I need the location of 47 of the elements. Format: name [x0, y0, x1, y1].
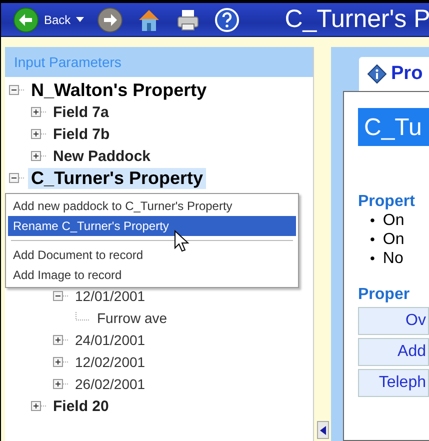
table-cell: Teleph: [358, 369, 429, 397]
collapse-icon[interactable]: [53, 290, 69, 302]
table-cell: Add: [358, 338, 429, 366]
collapse-icon[interactable]: [9, 84, 25, 96]
panel-title: Input Parameters: [14, 54, 122, 70]
menu-item[interactable]: Add Document to record: [8, 245, 296, 265]
tree-item[interactable]: 26/02/2001: [72, 376, 148, 392]
section-title: Propert: [358, 193, 416, 211]
collapse-icon[interactable]: [9, 172, 25, 184]
bullet-item: On: [382, 211, 404, 230]
bullet-mark: •: [370, 230, 375, 249]
section-title: Proper: [358, 286, 411, 304]
expand-icon[interactable]: [53, 378, 69, 390]
mouse-cursor-icon: [174, 230, 190, 252]
tree-item[interactable]: New Paddock: [50, 148, 154, 164]
property-heading: C_Tu: [358, 108, 429, 146]
menu-item[interactable]: Rename C_Turner's Property: [8, 216, 296, 236]
table-cell: Ov: [358, 307, 429, 335]
bullet-mark: •: [370, 211, 375, 230]
window-title: C_Turner's P: [284, 5, 429, 34]
help-icon[interactable]: [214, 6, 240, 32]
expand-icon[interactable]: [53, 334, 69, 346]
tree-item[interactable]: Furrow ave: [94, 310, 170, 326]
tree-item[interactable]: 24/01/2001: [72, 332, 148, 348]
expand-icon[interactable]: [31, 128, 47, 140]
back-button[interactable]: Back: [13, 6, 84, 32]
bullet-item: On: [382, 230, 404, 249]
tree-item[interactable]: 12/02/2001: [72, 354, 148, 370]
tree-item[interactable]: Field 7a: [50, 104, 112, 120]
expand-icon[interactable]: [31, 400, 47, 412]
expand-icon[interactable]: [53, 356, 69, 368]
tree-item[interactable]: 12/01/2001: [72, 288, 148, 304]
bullet-item: No: [382, 249, 404, 268]
scroll-left-button[interactable]: [317, 421, 329, 439]
expand-icon[interactable]: [31, 150, 47, 162]
expand-icon[interactable]: [31, 106, 47, 118]
info-icon: [367, 64, 387, 84]
bullet-mark: •: [370, 249, 375, 268]
menu-item[interactable]: Add new paddock to C_Turner's Property: [8, 196, 296, 216]
tab[interactable]: Pro: [359, 57, 429, 91]
menu-item[interactable]: Add Image to record: [8, 265, 296, 285]
tree-item[interactable]: Field 7b: [50, 126, 113, 142]
left-arrow-icon: [320, 426, 326, 434]
caret-icon: [76, 16, 84, 22]
tree-item[interactable]: C_Turner's Property: [28, 168, 206, 188]
tree-item[interactable]: N_Walton's Property: [28, 80, 210, 100]
tree-item[interactable]: Field 20: [50, 398, 112, 414]
